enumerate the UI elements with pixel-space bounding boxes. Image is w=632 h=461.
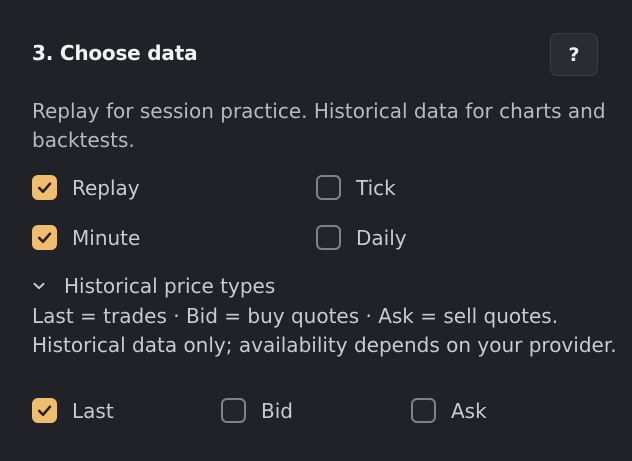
price-types-info-line: Last = trades · Bid = buy quotes · Ask =… [32,304,559,328]
checkbox-box[interactable] [32,175,57,200]
checkbox-box[interactable] [32,225,57,250]
price-types-toggle-label: Historical price types [64,274,276,298]
checkmark-icon [37,232,52,244]
checkbox-label: Bid [261,398,293,423]
checkbox-label: Ask [451,398,487,423]
checkbox-last[interactable]: Last [32,398,114,423]
checkbox-box[interactable] [411,398,436,423]
checkbox-label: Daily [356,225,407,250]
checkbox-label: Tick [356,175,396,200]
help-button[interactable]: ? [550,33,598,76]
price-types-info-line: Historical data only; availability depen… [32,333,617,357]
checkbox-tick[interactable]: Tick [316,175,396,200]
checkbox-box[interactable] [316,225,341,250]
checkbox-label: Replay [72,175,140,200]
section-description: Replay for session practice. Historical … [32,99,606,152]
chevron-down-icon [33,282,45,290]
checkbox-ask[interactable]: Ask [411,398,487,423]
checkbox-label: Minute [72,225,141,250]
section-title: 3. Choose data [32,41,198,65]
choose-data-panel: 3. Choose data ? Replay for session prac… [0,0,632,461]
checkbox-label: Last [72,398,114,423]
checkbox-box[interactable] [221,398,246,423]
price-types-toggle[interactable]: Historical price types [32,274,275,298]
checkbox-replay[interactable]: Replay [32,175,140,200]
checkmark-icon [37,182,52,194]
checkbox-box[interactable] [32,398,57,423]
checkbox-bid[interactable]: Bid [221,398,293,423]
checkbox-box[interactable] [316,175,341,200]
checkmark-icon [37,405,52,417]
checkbox-daily[interactable]: Daily [316,225,407,250]
price-types-info: Last = trades · Bid = buy quotes · Ask =… [32,302,622,360]
checkbox-minute[interactable]: Minute [32,225,140,250]
